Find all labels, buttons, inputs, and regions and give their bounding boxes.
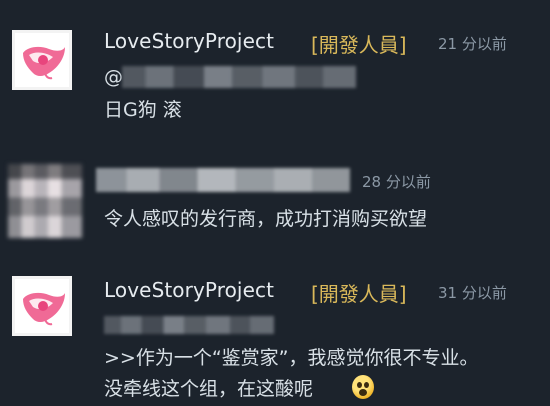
comment-timestamp: 31 分以前	[438, 284, 507, 302]
comment-timestamp: 21 分以前	[438, 35, 507, 53]
author-name[interactable]: LoveStoryProject	[104, 29, 274, 53]
mention-prefix: @	[104, 66, 123, 88]
laughing-emoji-icon	[352, 375, 374, 399]
comment-text: 令人感叹的发行商，成功打消购买欲望	[104, 208, 428, 230]
developer-badge: [開發人員]	[311, 282, 407, 306]
heart-logo-icon	[23, 292, 65, 326]
redacted-mention	[104, 316, 274, 334]
comment-text-line-2: 没牵线这个组，在这酸呢	[104, 378, 314, 400]
comment-timestamp: 28 分以前	[362, 173, 431, 191]
author-avatar[interactable]	[12, 276, 72, 336]
redacted-mention	[122, 66, 356, 88]
redacted-author-name	[96, 168, 350, 192]
comment-text: 日G狗 滚	[104, 99, 182, 121]
author-name[interactable]: LoveStoryProject	[104, 278, 274, 302]
author-avatar[interactable]	[8, 164, 82, 238]
comment-text-line-1: >>作为一个“鉴赏家”，我感觉你很不专业。	[104, 347, 479, 369]
heart-logo-icon	[23, 46, 65, 80]
developer-badge: [開發人員]	[311, 33, 407, 57]
author-avatar[interactable]	[12, 30, 72, 90]
